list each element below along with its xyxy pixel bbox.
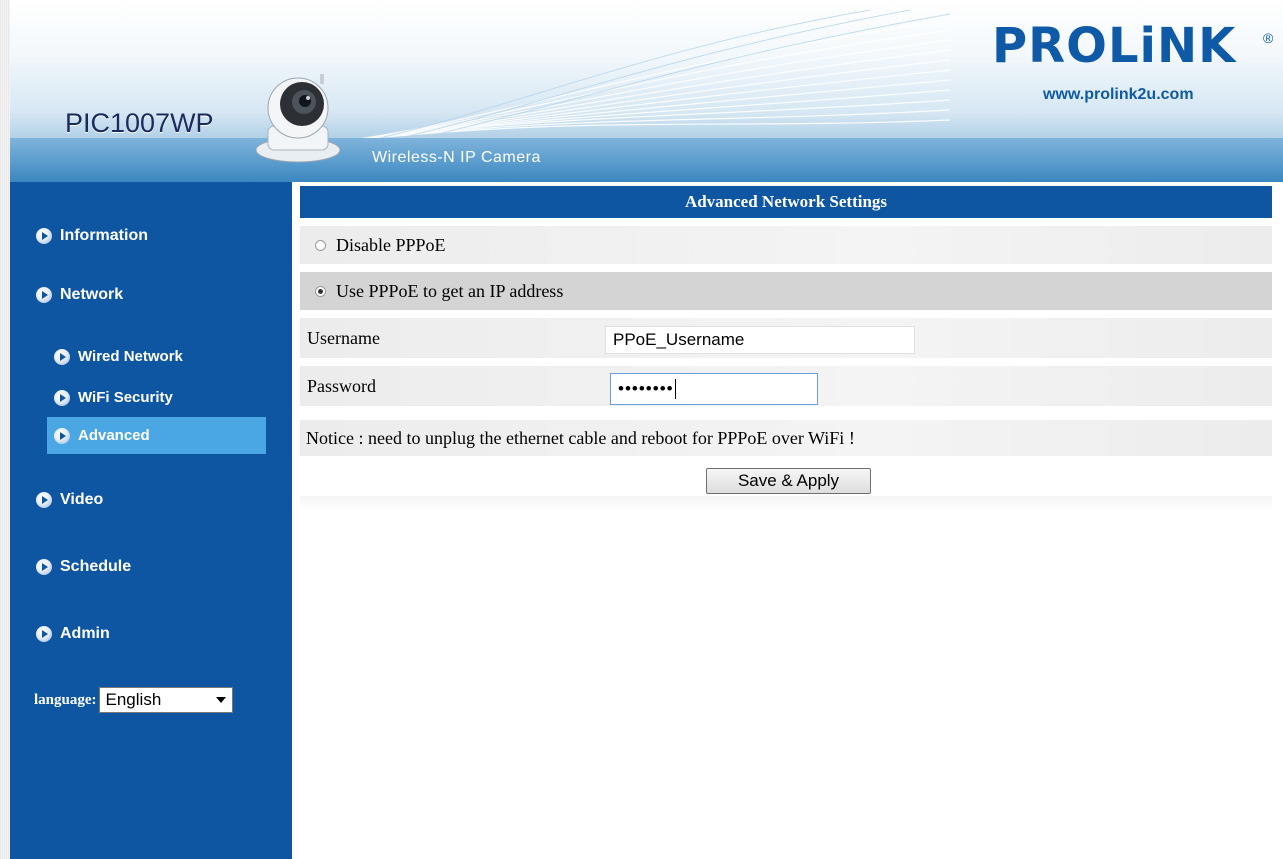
notice-text: Notice : need to unplug the ethernet cab… [306, 427, 855, 448]
sidebar-item-label: Schedule [60, 558, 132, 575]
sidebar-item-label: WiFi Security [78, 389, 173, 406]
page-left-edge [0, 0, 10, 859]
arrow-bullet-icon [36, 559, 52, 575]
notice-row: Notice : need to unplug the ethernet cab… [300, 420, 1272, 456]
model-name: PIC1007WP [65, 108, 214, 138]
language-select[interactable]: English [98, 687, 233, 713]
save-apply-button[interactable]: Save & Apply [706, 468, 871, 494]
username-input[interactable]: PPoE_Username [605, 326, 915, 354]
chevron-down-icon [215, 697, 226, 703]
sidebar: Information Network Wired Network WiFi S… [10, 182, 292, 859]
arrow-bullet-icon [36, 228, 52, 244]
username-row: Username PPoE_Username [300, 318, 1272, 358]
sidebar-item-label: Advanced [78, 427, 150, 444]
sidebar-item-wired-network[interactable]: Wired Network [54, 348, 183, 365]
disable-pppoe-label: Disable PPPoE [336, 234, 446, 255]
sidebar-item-label: Network [60, 286, 124, 303]
language-value: English [105, 690, 162, 709]
sidebar-item-label: Video [60, 491, 104, 508]
brand-logo: PROLiNK [992, 18, 1237, 74]
password-value: •••••••• [618, 379, 674, 398]
language-label: language: [34, 691, 97, 708]
sidebar-item-schedule[interactable]: Schedule [36, 558, 131, 576]
product-subtitle: Wireless-N IP Camera [372, 149, 541, 166]
sidebar-item-advanced[interactable]: Advanced [54, 427, 150, 444]
sidebar-item-network[interactable]: Network [36, 286, 123, 304]
arrow-bullet-icon [36, 492, 52, 508]
option-disable-pppoe[interactable]: Disable PPPoE [300, 226, 1272, 264]
use-pppoe-radio[interactable] [315, 285, 326, 297]
password-row: Password •••••••• [300, 366, 1272, 406]
use-pppoe-label: Use PPPoE to get an IP address [336, 280, 564, 301]
arrow-bullet-icon [54, 427, 70, 444]
sidebar-item-label: Admin [60, 625, 110, 642]
arrow-bullet-icon [54, 389, 70, 406]
arrow-bullet-icon [54, 348, 70, 365]
registered-mark: ® [1263, 30, 1274, 46]
sidebar-item-admin[interactable]: Admin [36, 625, 110, 643]
brand-website: www.prolink2u.com [1043, 86, 1194, 103]
header-banner: PIC1007WP Wireless-N IP Camera PROLiNK ®… [10, 0, 1283, 182]
sidebar-item-label: Information [60, 227, 148, 244]
disable-pppoe-radio[interactable] [315, 239, 326, 251]
arrow-bullet-icon [36, 626, 52, 642]
camera-image [255, 74, 341, 163]
sidebar-item-label: Wired Network [78, 348, 183, 365]
language-row: language: English [34, 687, 233, 713]
option-use-pppoe[interactable]: Use PPPoE to get an IP address [300, 272, 1272, 310]
sidebar-item-wifi-security[interactable]: WiFi Security [54, 389, 173, 406]
password-label: Password [307, 375, 377, 396]
wave-graphic [310, 10, 950, 146]
arrow-bullet-icon [36, 287, 52, 303]
page-title: Advanced Network Settings [300, 186, 1272, 218]
sidebar-item-information[interactable]: Information [36, 227, 148, 245]
sidebar-item-video[interactable]: Video [36, 491, 103, 509]
header-band [10, 138, 1283, 182]
form-fade [300, 496, 1272, 510]
password-input[interactable]: •••••••• [610, 373, 818, 405]
text-cursor [674, 379, 676, 399]
username-label: Username [307, 327, 380, 348]
